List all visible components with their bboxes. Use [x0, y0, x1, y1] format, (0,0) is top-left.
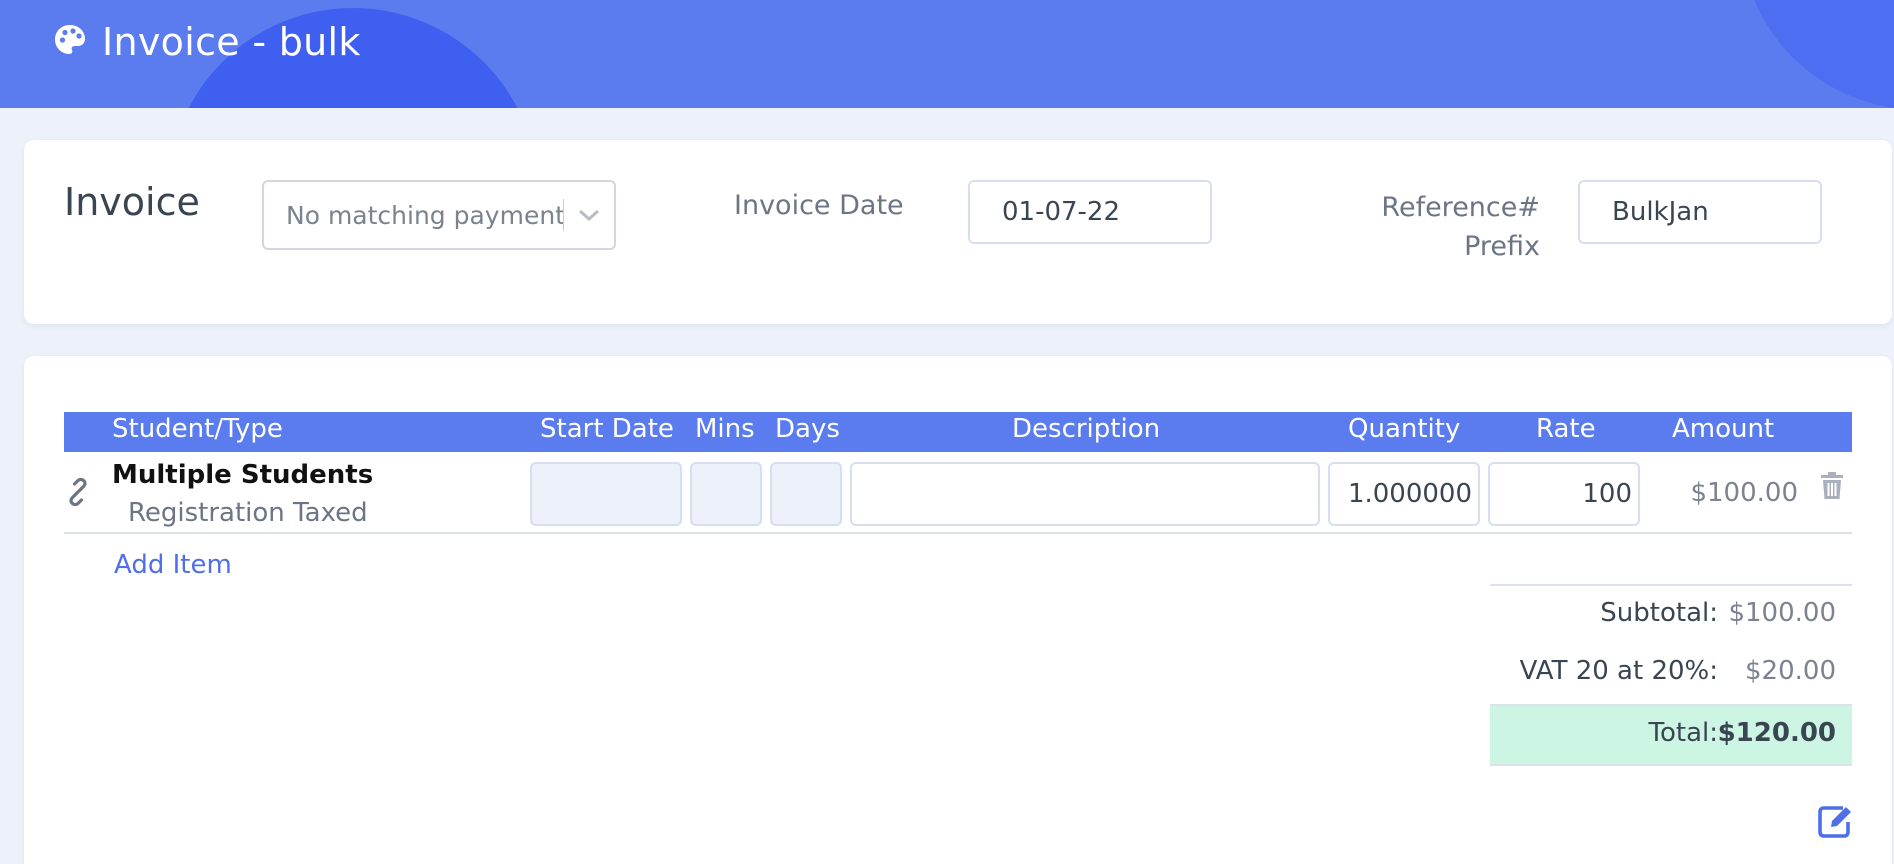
column-header-days: Days — [775, 414, 840, 444]
column-header-student: Student/Type — [112, 414, 283, 444]
vat-row: VAT 20 at 20%: $20.00 — [1490, 644, 1852, 704]
column-header-mins: Mins — [695, 414, 755, 444]
invoice-items-card: Student/Type Start Date Mins Days Descri… — [24, 356, 1892, 864]
mins-input[interactable] — [690, 462, 762, 526]
trash-icon[interactable] — [1820, 472, 1844, 504]
edit-icon[interactable] — [1816, 804, 1854, 842]
invoice-date-label: Invoice Date — [734, 190, 904, 221]
days-input[interactable] — [770, 462, 842, 526]
totals-panel: Subtotal: $100.00 VAT 20 at 20%: $20.00 … — [1490, 584, 1852, 766]
reference-label-line2: Prefix — [1464, 231, 1540, 262]
payment-select[interactable]: No matching payment — [262, 180, 616, 250]
column-header-description: Description — [1012, 414, 1161, 444]
table-row: Multiple Students Registration Taxed $10… — [64, 452, 1852, 534]
row-amount: $100.00 — [1690, 478, 1798, 508]
subtotal-label: Subtotal: — [1600, 598, 1718, 628]
rate-input[interactable] — [1488, 462, 1640, 526]
add-item-link[interactable]: Add Item — [114, 550, 232, 580]
subtotal-value: $100.00 — [1728, 598, 1836, 628]
subtotal-row: Subtotal: $100.00 — [1490, 584, 1852, 644]
item-type: Registration Taxed — [128, 498, 368, 528]
total-row: Total: $120.00 — [1490, 704, 1852, 766]
column-header-amount: Amount — [1672, 414, 1775, 444]
header-title-group: Invoice - bulk — [52, 20, 361, 64]
page-header: Invoice - bulk — [0, 0, 1894, 108]
invoice-details-card: Invoice No matching payment Invoice Date… — [24, 140, 1892, 324]
reference-prefix-label: Reference# Prefix — [1274, 188, 1540, 266]
invoice-date-input[interactable] — [968, 180, 1212, 244]
invoice-heading: Invoice — [64, 180, 200, 224]
column-header-quantity: Quantity — [1348, 414, 1461, 444]
chevron-down-icon[interactable] — [564, 207, 614, 223]
start-date-input[interactable] — [530, 462, 682, 526]
payment-select-value: No matching payment — [286, 200, 563, 230]
vat-label: VAT 20 at 20%: — [1519, 656, 1718, 686]
total-value: $120.00 — [1717, 718, 1836, 748]
column-header-start-date: Start Date — [540, 414, 674, 444]
vat-value: $20.00 — [1745, 656, 1836, 686]
description-input[interactable] — [850, 462, 1320, 526]
header-decoration — [1740, 0, 1894, 108]
quantity-input[interactable] — [1328, 462, 1480, 526]
reference-prefix-input[interactable] — [1578, 180, 1822, 244]
items-table-header: Student/Type Start Date Mins Days Descri… — [64, 412, 1852, 452]
page-title: Invoice - bulk — [102, 20, 361, 64]
reference-label-line1: Reference# — [1381, 192, 1540, 223]
link-icon[interactable] — [64, 477, 92, 510]
total-label: Total: — [1648, 718, 1718, 748]
column-header-rate: Rate — [1536, 414, 1596, 444]
student-name: Multiple Students — [112, 460, 374, 490]
palette-icon — [52, 22, 88, 62]
